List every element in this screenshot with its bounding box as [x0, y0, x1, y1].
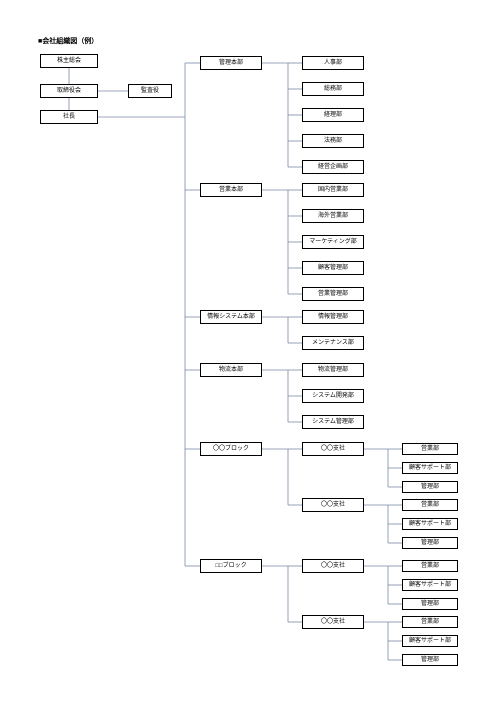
node-sub-kanri-1: 管理部: [402, 481, 458, 493]
node-hq-kanri: 管理本部: [200, 56, 262, 70]
node-dept-eigyo-kanri: 営業管理部: [302, 287, 364, 301]
node-shareholders: 株主総会: [40, 54, 98, 68]
node-hq-eigyo: 営業本部: [200, 183, 262, 197]
node-sub-support-1: 顧客サポート部: [402, 462, 458, 474]
node-dept-marketing: マーケティング部: [302, 235, 364, 249]
node-board: 取締役会: [40, 84, 98, 98]
node-dept-homu: 法務部: [302, 134, 364, 148]
node-dept-butsuryu-kanri: 物流管理部: [302, 363, 364, 377]
node-sub-eigyo-1: 営業部: [402, 443, 458, 455]
connector-lines: [0, 0, 500, 718]
node-dept-sys-kanri: システム管理部: [302, 415, 364, 429]
node-dept-keiri: 経理部: [302, 108, 364, 122]
node-auditor: 監査役: [128, 84, 172, 98]
node-block-sq: □□ブロック: [200, 559, 262, 573]
node-sub-kanri-2: 管理部: [402, 537, 458, 549]
node-sub-eigyo-2: 営業部: [402, 499, 458, 511]
node-sub-eigyo-3: 営業部: [402, 560, 458, 572]
node-dept-kokunai: 国内営業部: [302, 183, 364, 197]
node-sub-support-3: 顧客サポート部: [402, 579, 458, 591]
node-president: 社長: [40, 110, 98, 124]
node-sub-support-2: 顧客サポート部: [402, 518, 458, 530]
node-sub-eigyo-4: 営業部: [402, 616, 458, 628]
node-branch-sq-1: 〇〇支社: [302, 559, 364, 573]
node-sub-kanri-4: 管理部: [402, 654, 458, 666]
node-hq-joho: 情報システム本部: [200, 310, 262, 324]
node-block-oo: 〇〇ブロック: [200, 442, 262, 456]
node-dept-sys-dev: システム開発部: [302, 389, 364, 403]
node-branch-sq-2: 〇〇支社: [302, 615, 364, 629]
node-dept-joho-kanri: 情報管理部: [302, 310, 364, 324]
page-title: ■会社組織図（例）: [38, 36, 98, 46]
node-dept-jinji: 人事部: [302, 56, 364, 70]
node-dept-kaigai: 海外営業部: [302, 209, 364, 223]
node-dept-kokyaku-kanri: 顧客管理部: [302, 261, 364, 275]
node-sub-kanri-3: 管理部: [402, 598, 458, 610]
node-branch-oo-1: 〇〇支社: [302, 442, 364, 456]
node-sub-support-4: 顧客サポート部: [402, 635, 458, 647]
node-dept-maintenance: メンテナンス部: [302, 336, 364, 350]
node-hq-butsuryu: 物流本部: [200, 363, 262, 377]
node-dept-somu: 総務部: [302, 82, 364, 96]
org-chart-page: ■会社組織図（例）: [0, 0, 500, 718]
node-branch-oo-2: 〇〇支社: [302, 498, 364, 512]
node-dept-keiei: 経営企画部: [302, 160, 364, 174]
